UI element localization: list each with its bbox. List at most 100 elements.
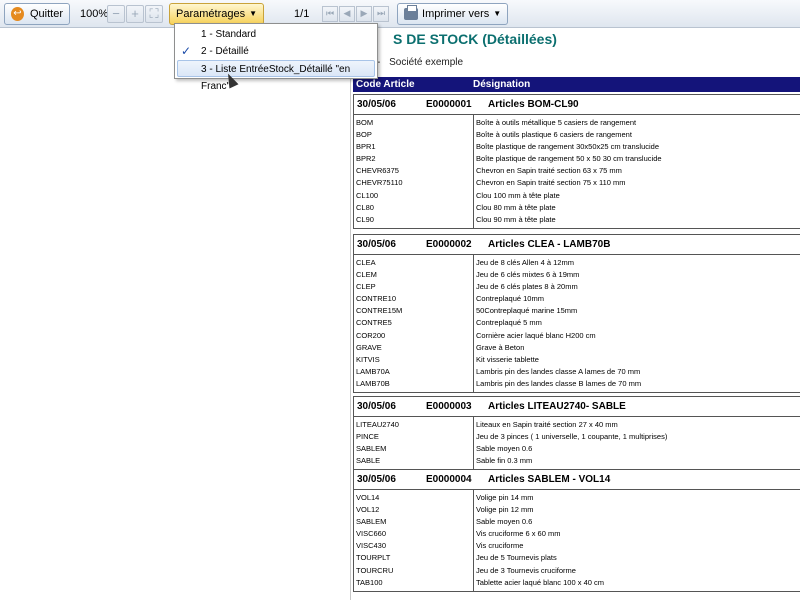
entry-date: 30/05/06 <box>357 474 396 485</box>
zoom-in-button[interactable]: + <box>126 4 144 23</box>
designation-cell: Boîte à outils plastique 6 casiers de ra… <box>476 130 632 140</box>
designation-cell: Chevron en Sapin traité section 75 x 110… <box>476 178 626 188</box>
designation-column: Jeu de 8 clés Allen 4 à 12mm Jeu de 6 clé… <box>474 255 641 392</box>
stock-entry: 30/05/06 E0000003 Articles LITEAU2740- SAB… <box>353 396 800 471</box>
exit-icon: ↩ <box>11 6 24 21</box>
printer-icon <box>404 4 419 20</box>
code-article-cell: TOURPLT <box>356 553 391 563</box>
code-article-cell: PINCE <box>356 432 379 442</box>
designation-column: Liteaux en Sapin traité section 27 x 40 … <box>474 417 667 469</box>
designation-cell: Contreplaqué 5 mm <box>476 318 542 328</box>
next-page-button[interactable]: ▶ <box>356 5 373 22</box>
designation-cell: Lambris pin des landes classe B lames de… <box>476 378 642 388</box>
code-article-cell: CHEVR6375 <box>356 166 399 176</box>
code-article-cell: VISC660 <box>356 529 387 539</box>
designation-cell: Jeu de 6 clés plates 8 à 20mm <box>476 282 578 292</box>
designation-column: Volige pin 14 mm Volige pin 12 mm Sable mo… <box>474 490 604 591</box>
stock-entry: 30/05/06 E0000002 Articles CLEA - LAMB70B C… <box>353 234 800 394</box>
code-article-cell: SABLE <box>356 456 381 466</box>
code-article-cell: LITEAU2740 <box>356 420 399 429</box>
entry-number: E0000001 <box>426 99 472 110</box>
designation-cell: Volige pin 14 mm <box>476 493 534 502</box>
code-article-cell: CLEA <box>356 258 376 267</box>
designation-cell: Sable fin 0.3 mm <box>476 456 533 466</box>
report-page: S DE STOCK (Détaillées) - Société exempl… <box>350 28 800 600</box>
designation-cell: Jeu de 8 clés Allen 4 à 12mm <box>476 258 574 267</box>
designation-cell: Sable moyen 0.6 <box>476 444 533 454</box>
quit-button[interactable]: ↩ Quitter <box>4 2 70 25</box>
entry-articles: Articles LITEAU2740- SABLE <box>488 401 626 412</box>
code-article-cell: SABLEM <box>356 517 387 527</box>
parametrages-menu: 1 - Standard ✓ 2 - Détaillé 3 - Liste En… <box>174 23 378 92</box>
designation-cell: Boîte plastique de rangement 50 x 50 30 … <box>476 154 662 164</box>
designation-cell: Clou 80 mm à tête plate <box>476 202 556 212</box>
designation-cell: Lambris pin des landes classe A lames de… <box>476 366 641 376</box>
entry-date: 30/05/06 <box>357 99 396 110</box>
code-article-cell: LAMB70B <box>356 378 390 388</box>
designation-cell: Boîte à outils métallique 5 casiers de r… <box>476 118 637 127</box>
code-article-cell: SABLEM <box>356 444 387 454</box>
entry-header: 30/05/06 E0000004 Articles SABLEM - VOL14 <box>354 470 800 490</box>
entry-header: 30/05/06 E0000001 Articles BOM-CL90 <box>354 95 800 115</box>
code-article-cell: TAB100 <box>356 577 383 587</box>
first-page-icon: ⏮ <box>325 8 335 18</box>
menu-item-liste-franc[interactable]: 3 - Liste EntréeStock_Détaillé "en Franc… <box>177 60 375 92</box>
menu-item-standard[interactable]: 1 - Standard <box>175 26 377 43</box>
company-line: - Société exemple <box>377 57 464 68</box>
report-title: S DE STOCK (Détaillées) <box>393 31 557 47</box>
col-code-article: Code Article <box>356 79 415 90</box>
designation-cell: Volige pin 12 mm <box>476 505 534 515</box>
code-article-cell: GRAVE <box>356 342 382 352</box>
last-page-button[interactable]: ⏭ <box>373 5 390 22</box>
designation-cell: Clou 100 mm à tête plate <box>476 190 560 200</box>
code-article-cell: LAMB70A <box>356 366 390 376</box>
entry-articles: Articles CLEA - LAMB70B <box>488 239 611 250</box>
code-article-cell: VOL12 <box>356 505 380 515</box>
report-column-header: Code Article Désignation <box>353 77 800 92</box>
designation-cell: Tablette acier laqué blanc 100 x 40 cm <box>476 577 604 587</box>
company-name: Société exemple <box>389 57 464 68</box>
menu-item-detaille[interactable]: ✓ 2 - Détaillé <box>175 43 377 60</box>
print-button[interactable]: Imprimer vers ▼ <box>397 2 509 25</box>
parametrages-button[interactable]: Paramétrages ▼ <box>169 2 265 25</box>
designation-cell: Boîte plastique de rangement 30x50x25 cm… <box>476 142 660 152</box>
code-article-cell: CONTRE10 <box>356 294 397 304</box>
entry-number: E0000004 <box>426 474 472 485</box>
code-article-cell: CL100 <box>356 190 379 200</box>
entry-number: E0000003 <box>426 401 472 412</box>
code-article-cell: VOL14 <box>356 493 380 502</box>
zoom-out-button[interactable]: − <box>107 4 125 23</box>
code-column: LITEAU2740 PINCE SABLEM SABLE <box>354 417 474 470</box>
entry-articles: Articles BOM-CL90 <box>488 99 579 110</box>
code-article-cell: BOP <box>356 130 372 140</box>
code-article-cell: COR200 <box>356 330 386 340</box>
next-page-icon: ▶ <box>360 8 368 18</box>
prev-page-button[interactable]: ◀ <box>339 5 356 22</box>
parametrages-label: Paramétrages <box>176 7 246 20</box>
entry-number: E0000002 <box>426 239 472 250</box>
code-article-cell: BPR1 <box>356 142 376 152</box>
designation-cell: Jeu de 3 pinces ( 1 universelle, 1 coupa… <box>476 432 668 442</box>
code-article-cell: CONTRE15M <box>356 306 403 316</box>
chevron-down-icon: ▼ <box>249 9 258 18</box>
menu-item-detaille-label: 2 - Détaillé <box>201 46 249 57</box>
fit-page-button[interactable]: ⛶ <box>145 4 163 23</box>
code-column: CLEA CLEM CLEP CONTRE10 CONTRE15M CONTRE5 COR2… <box>354 255 474 393</box>
code-article-cell: TOURCRU <box>356 565 394 575</box>
designation-cell: Contreplaqué 10mm <box>476 294 544 304</box>
code-article-cell: CLEM <box>356 270 377 280</box>
checkmark-icon: ✓ <box>181 44 192 58</box>
designation-cell: Liteaux en Sapin traité section 27 x 40 … <box>476 420 618 429</box>
code-article-cell: CL80 <box>356 202 374 212</box>
code-article-cell: CLEP <box>356 282 376 292</box>
designation-cell: 50Contreplaqué marine 15mm <box>476 306 578 316</box>
fit-page-icon: ⛶ <box>149 5 159 21</box>
entry-header: 30/05/06 E0000002 Articles CLEA - LAMB70B <box>354 235 800 255</box>
first-page-button[interactable]: ⏮ <box>322 5 339 22</box>
designation-cell: Clou 90 mm à tête plate <box>476 214 556 224</box>
designation-cell: Sable moyen 0.6 <box>476 517 533 527</box>
code-article-cell: VISC430 <box>356 541 387 551</box>
designation-cell: Grave à Beton <box>476 342 525 352</box>
designation-cell: Jeu de 5 Tournevis plats <box>476 553 557 563</box>
stock-entry: 30/05/06 E0000004 Articles SABLEM - VOL14 V… <box>353 469 800 592</box>
